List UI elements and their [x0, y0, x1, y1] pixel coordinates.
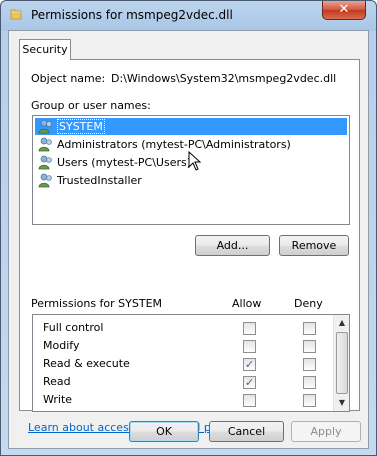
permissions-list: Full control Modify Read & execute ✓ Rea… — [32, 314, 350, 412]
permission-row-full-control: Full control — [33, 319, 333, 337]
user-group-icon — [38, 155, 52, 170]
deny-checkbox[interactable] — [303, 322, 316, 335]
allow-checkbox[interactable]: ✓ — [243, 376, 256, 389]
permission-row-read-execute: Read & execute ✓ — [33, 355, 333, 373]
folder-icon — [10, 9, 22, 20]
close-button[interactable]: ✕ — [322, 1, 366, 20]
checkmark-icon: ✓ — [244, 358, 255, 371]
user-group-icon — [38, 173, 52, 188]
permission-name: Modify — [43, 339, 80, 352]
add-button[interactable]: Add... — [195, 235, 270, 256]
close-icon: ✕ — [338, 2, 350, 17]
user-group-icon — [38, 119, 52, 134]
tab-security[interactable]: Security — [19, 39, 71, 60]
scroll-up-icon[interactable]: ▲ — [334, 315, 349, 331]
list-item-label: TrustedInstaller — [57, 174, 142, 187]
permission-name: Read & execute — [43, 357, 130, 370]
list-item-system[interactable]: SYSTEM — [35, 118, 347, 135]
object-name-value: D:\Windows\System32\msmpeg2vdec.dll — [111, 72, 337, 85]
permissions-scrollbar[interactable]: ▲ ▼ — [333, 315, 349, 411]
deny-checkbox[interactable] — [303, 376, 316, 389]
list-item-label: SYSTEM — [57, 119, 105, 134]
permission-name: Read — [43, 375, 71, 388]
scroll-down-icon[interactable]: ▼ — [334, 395, 349, 411]
user-group-icon — [38, 137, 52, 152]
allow-column-header: Allow — [232, 297, 262, 310]
allow-checkbox[interactable] — [243, 394, 256, 407]
permissions-label: Permissions for SYSTEM — [31, 297, 163, 310]
deny-checkbox[interactable] — [303, 340, 316, 353]
permission-row-partial — [33, 409, 333, 411]
list-item-label: Administrators (mytest-PC\Administrators… — [57, 138, 291, 151]
permission-row-write: Write — [33, 391, 333, 409]
permission-row-modify: Modify — [33, 337, 333, 355]
object-name-label: Object name: — [31, 72, 106, 85]
permissions-dialog: Permissions for msmpeg2vdec.dll ✕ Securi… — [0, 0, 377, 456]
allow-checkbox[interactable] — [243, 340, 256, 353]
checkmark-icon: ✓ — [244, 376, 255, 389]
remove-button[interactable]: Remove — [279, 235, 349, 256]
deny-checkbox[interactable] — [303, 358, 316, 371]
window-title: Permissions for msmpeg2vdec.dll — [31, 8, 233, 22]
scroll-thumb[interactable] — [336, 332, 348, 394]
dialog-client-area: Security Object name: D:\Windows\System3… — [8, 30, 369, 449]
apply-button[interactable]: Apply — [291, 421, 361, 442]
allow-checkbox[interactable] — [243, 322, 256, 335]
deny-column-header: Deny — [294, 297, 323, 310]
title-bar[interactable]: Permissions for msmpeg2vdec.dll ✕ — [1, 1, 376, 29]
mouse-cursor-icon — [188, 151, 202, 171]
ok-button[interactable]: OK — [129, 421, 199, 442]
permission-row-read: Read ✓ — [33, 373, 333, 391]
list-item-label: Users (mytest-PC\Users) — [57, 156, 192, 169]
permission-name: Write — [43, 393, 73, 406]
allow-checkbox[interactable]: ✓ — [243, 358, 256, 371]
list-item-trustedinstaller[interactable]: TrustedInstaller — [35, 172, 347, 189]
group-list-label: Group or user names: — [31, 99, 151, 112]
deny-checkbox[interactable] — [303, 394, 316, 407]
cancel-button[interactable]: Cancel — [209, 421, 284, 442]
permission-name: Full control — [43, 321, 104, 334]
security-tab-panel: Object name: D:\Windows\System32\msmpeg2… — [19, 59, 360, 434]
